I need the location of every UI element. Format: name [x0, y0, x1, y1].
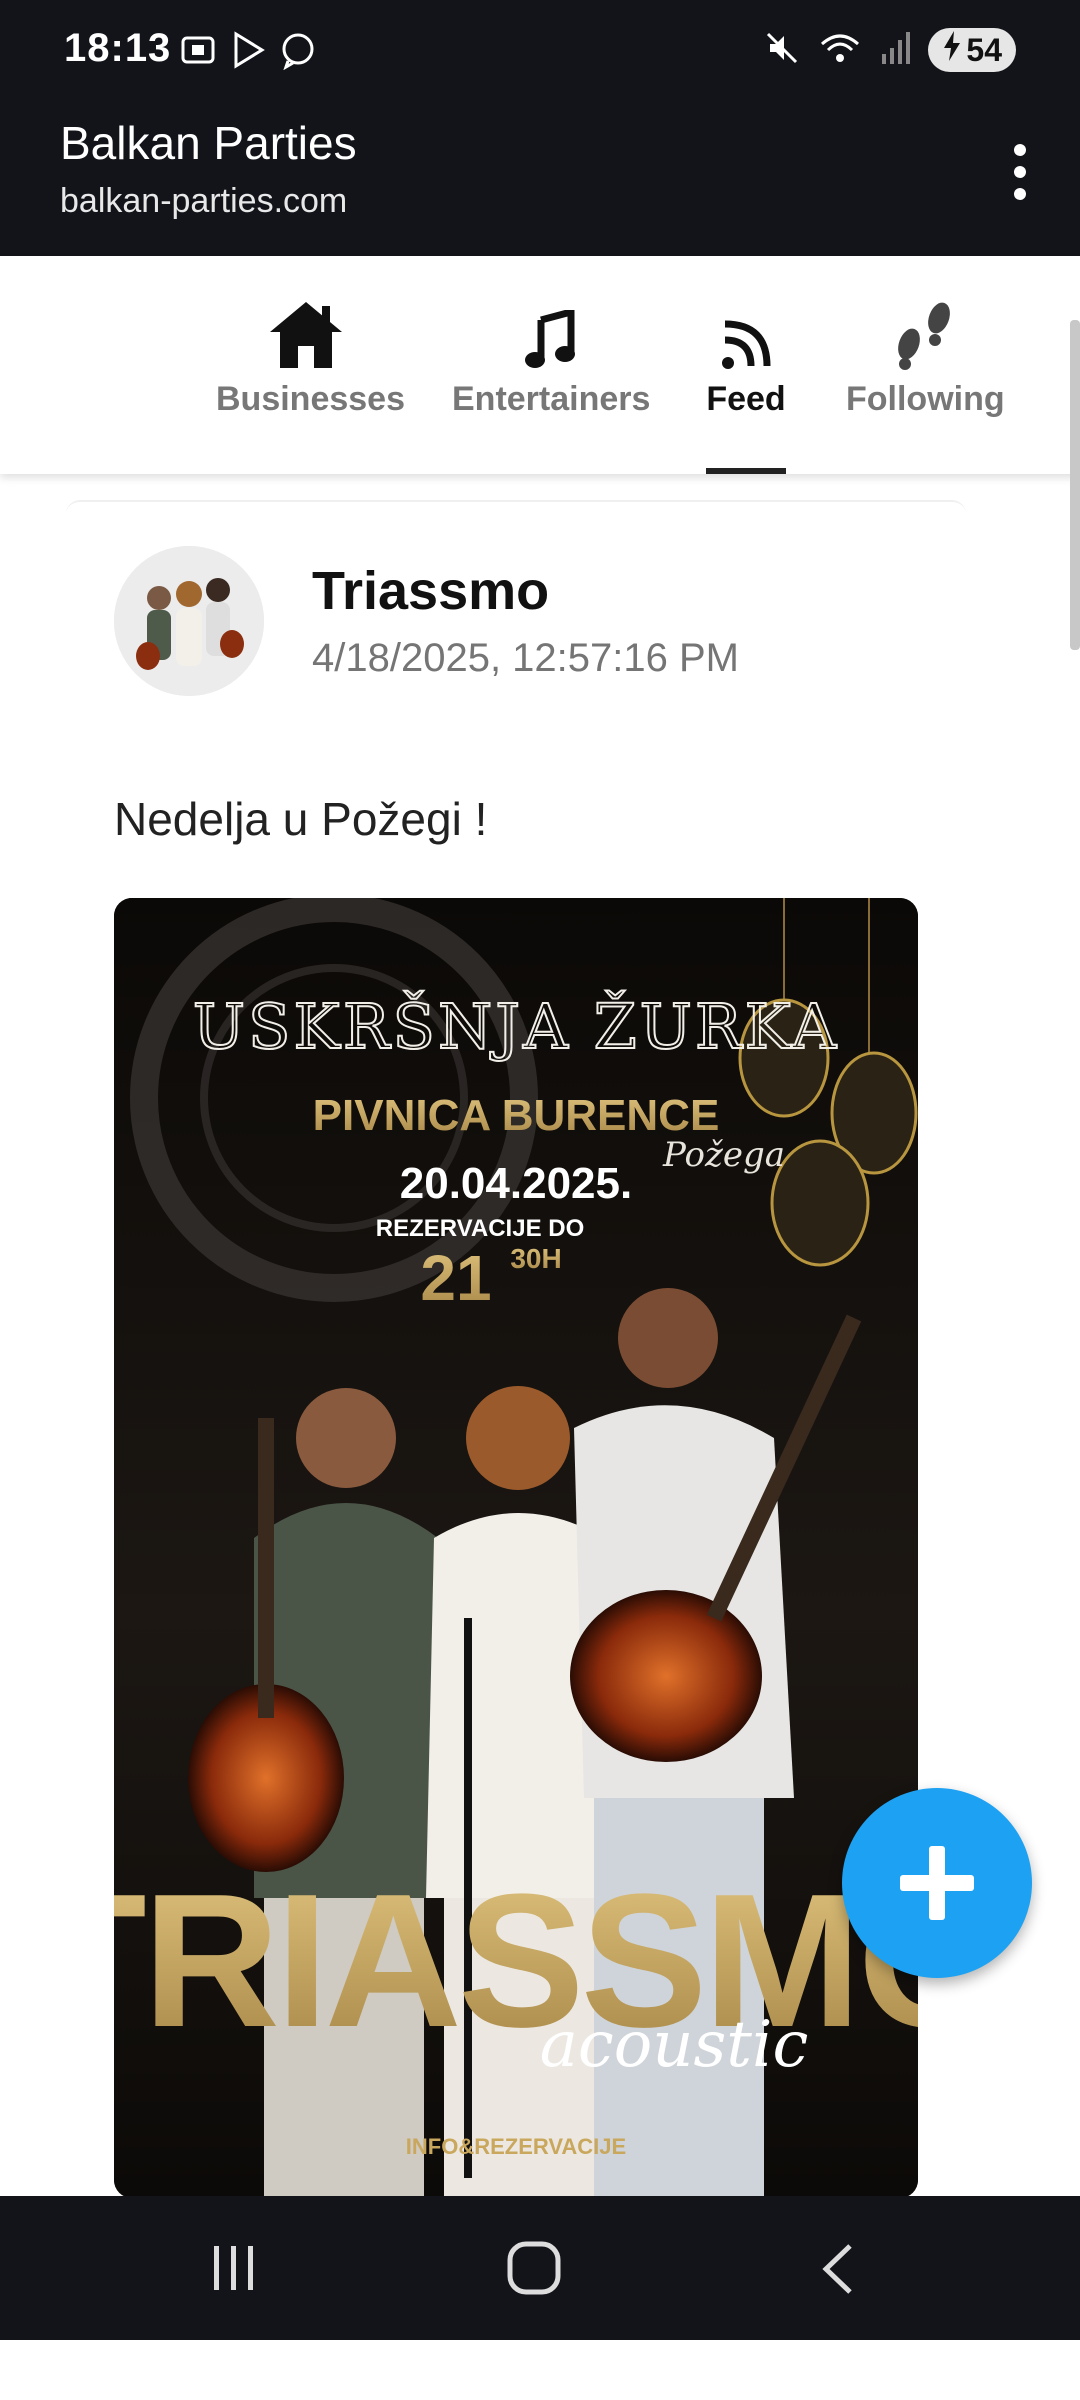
system-status-icons: 54	[764, 28, 1016, 72]
battery-indicator: 54	[928, 28, 1016, 72]
nav-tabs: Businesses Entertainers Feed Following	[0, 256, 1080, 474]
play-store-icon	[228, 30, 268, 70]
more-vert-icon[interactable]	[1008, 144, 1032, 200]
app-title: Balkan Parties	[60, 117, 357, 169]
tab-following-label: Following	[846, 380, 1005, 418]
plus-icon	[900, 1846, 974, 1920]
tab-entertainers[interactable]: Entertainers	[452, 296, 651, 419]
tab-following[interactable]: Following	[846, 296, 1005, 419]
screenshot-icon	[178, 30, 218, 70]
post-date: 4/18/2025, 12:57:16 PM	[312, 636, 739, 680]
poster-venue-city: Požega	[662, 1135, 785, 1175]
poster-date: 20.04.2025.	[400, 1159, 632, 1208]
notification-icons	[178, 30, 318, 71]
scrollbar[interactable]	[1070, 320, 1080, 650]
tab-entertainers-label: Entertainers	[452, 380, 651, 418]
house-icon	[216, 296, 396, 370]
post-image[interactable]: USKRŠNJA ŽURKA PIVNICA BURENCE Požega 20…	[114, 898, 918, 2198]
status-bar: 18:13 54	[0, 0, 1080, 102]
rss-icon	[704, 296, 788, 370]
add-post-button[interactable]	[842, 1788, 1032, 1978]
poster-event-title: USKRŠNJA ŽURKA	[193, 990, 839, 1063]
app-url: balkan-parties.com	[60, 182, 348, 220]
system-navigation-bar	[0, 2196, 1080, 2340]
battery-charging-icon	[942, 31, 962, 69]
poster-time-minutes: 30H	[510, 1243, 561, 1274]
active-tab-indicator	[706, 468, 786, 474]
poster-reservations: REZERVACIJE DO	[376, 1215, 585, 1242]
tab-feed-label: Feed	[706, 380, 786, 418]
mute-icon	[764, 30, 800, 71]
recent-apps-icon[interactable]	[204, 2242, 264, 2294]
post-author[interactable]: Triassmo	[312, 560, 549, 622]
poster-info: INFO&REZERVACIJE	[406, 2134, 626, 2159]
home-icon[interactable]	[506, 2240, 562, 2296]
avatar[interactable]	[114, 546, 264, 696]
music-note-icon	[452, 296, 648, 370]
status-time: 18:13	[64, 26, 172, 70]
battery-level: 54	[966, 31, 1002, 68]
poster-venue: PIVNICA BURENCE	[313, 1091, 720, 1140]
poster-time-hour: 21	[420, 1242, 491, 1314]
tab-businesses[interactable]: Businesses	[216, 296, 405, 419]
viber-icon	[278, 30, 318, 71]
wifi-icon	[818, 30, 862, 71]
footprints-icon	[846, 296, 1002, 370]
post-text: Nedelja u Požegi !	[114, 793, 488, 845]
tab-feed[interactable]: Feed	[704, 296, 788, 419]
app-header: Balkan Parties balkan-parties.com	[0, 102, 1080, 256]
signal-icon	[880, 30, 911, 71]
tab-businesses-label: Businesses	[216, 380, 405, 418]
back-icon[interactable]	[818, 2242, 858, 2296]
poster-band-sub: acoustic	[540, 2008, 809, 2082]
